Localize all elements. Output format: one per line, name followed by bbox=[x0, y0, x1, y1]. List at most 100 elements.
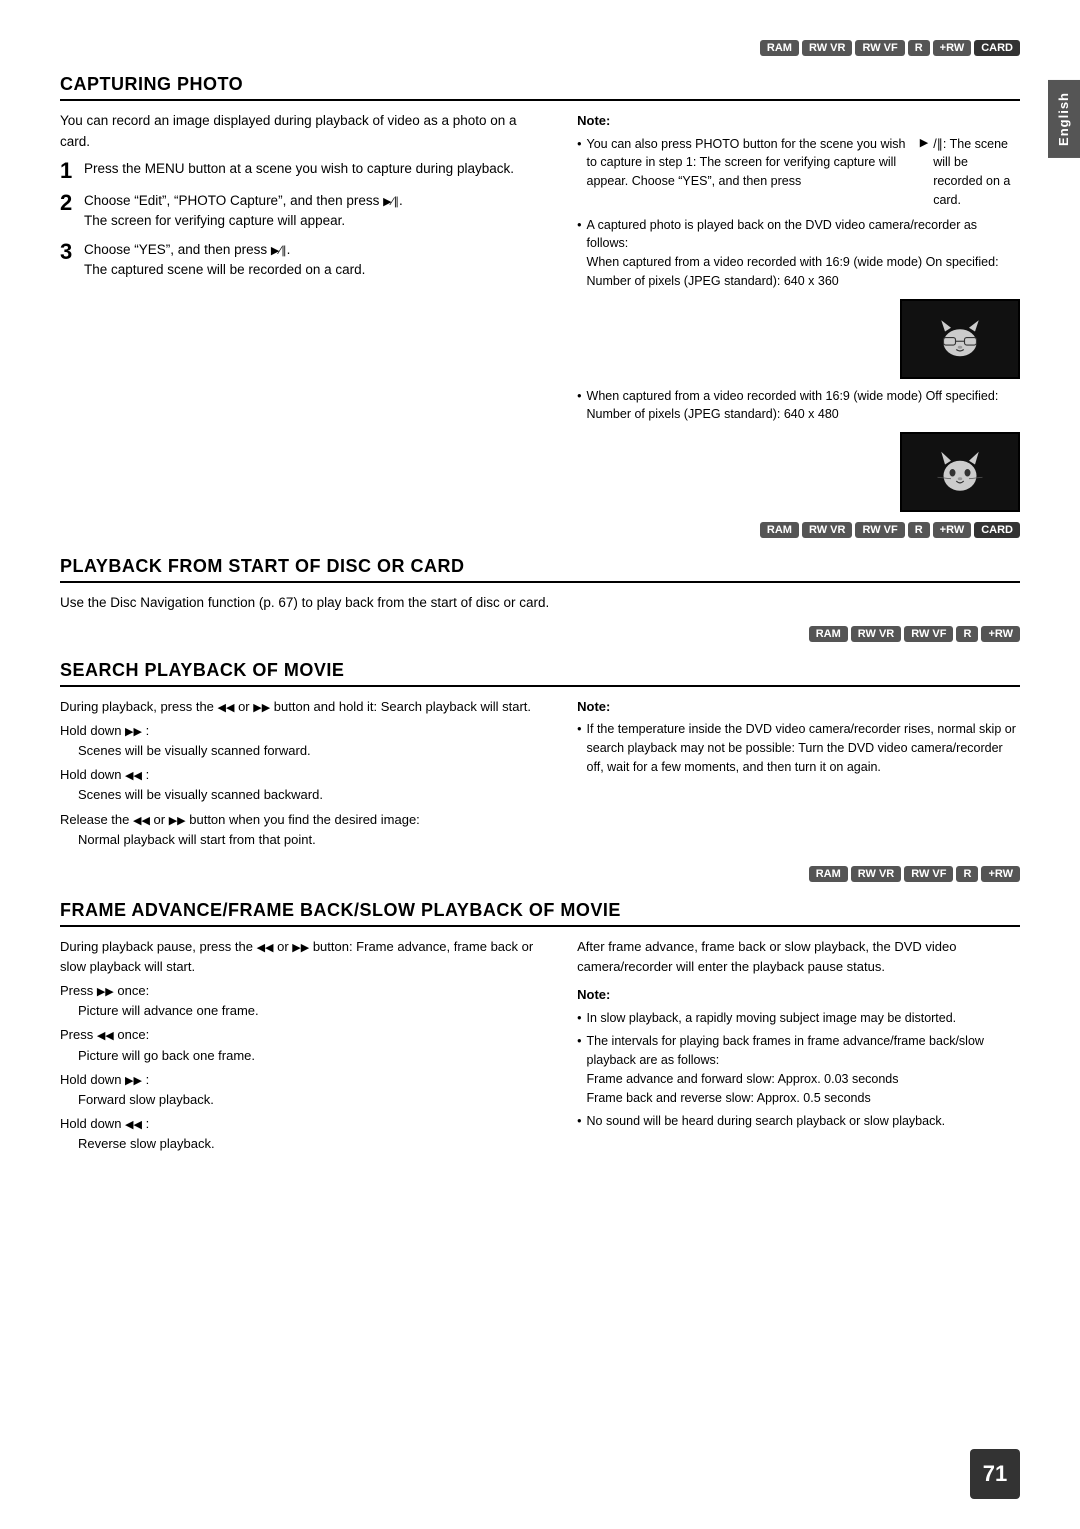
note-bullet-2: A captured photo is played back on the D… bbox=[577, 216, 1020, 291]
rew-icon-fa: ◀◀ bbox=[257, 942, 274, 954]
frame-advance-badges: RAM RW VR RW VF R +RW bbox=[60, 866, 1020, 882]
badge-rwvr-2: RW VR bbox=[802, 522, 852, 538]
playback-start-body: Use the Disc Navigation function (p. 67)… bbox=[60, 593, 1020, 614]
search-playback-right: Note: If the temperature inside the DVD … bbox=[577, 697, 1020, 854]
step-2-text: Choose “Edit”, “PHOTO Capture”, and then… bbox=[84, 191, 403, 232]
step-2-number: 2 bbox=[60, 191, 78, 215]
rew-icon-2: ◀◀ bbox=[125, 770, 142, 782]
ff-once-detail: Picture will advance one frame. bbox=[60, 1003, 259, 1018]
capturing-photo-left: You can record an image displayed during… bbox=[60, 111, 547, 512]
badge-r-3: R bbox=[956, 626, 978, 642]
step-1: 1 Press the MENU button at a scene you w… bbox=[60, 159, 547, 183]
badge-rwvf-3: RW VF bbox=[904, 626, 953, 642]
badge-plusrw: +RW bbox=[933, 40, 972, 56]
frame-advance-right-text: After frame advance, frame back or slow … bbox=[577, 937, 1020, 977]
step-1-number: 1 bbox=[60, 159, 78, 183]
rew-icon-1: ◀◀ bbox=[218, 702, 235, 714]
ff-icon-fa3: ▶▶ bbox=[125, 1075, 142, 1087]
note-block-1: You can also press PHOTO button for the … bbox=[577, 135, 1020, 513]
note-label-1: Note: bbox=[577, 111, 1020, 131]
note-block-2: If the temperature inside the DVD video … bbox=[577, 720, 1020, 776]
search-playback-content: During playback, press the ◀◀ or ▶▶ butt… bbox=[60, 697, 1020, 854]
badge-r-2: R bbox=[908, 522, 930, 538]
search-playback-title: Search Playback of Movie bbox=[60, 660, 1020, 687]
step-1-text: Press the MENU button at a scene you wis… bbox=[84, 159, 514, 179]
badge-ram: RAM bbox=[760, 40, 799, 56]
frame-advance-intro: During playback pause, press the ◀◀ or ▶… bbox=[60, 937, 547, 977]
badge-rwvf-2: RW VF bbox=[855, 522, 904, 538]
fa-note-3: No sound will be heard during search pla… bbox=[577, 1112, 1020, 1131]
badge-rwvr: RW VR bbox=[802, 40, 852, 56]
badge-r: R bbox=[908, 40, 930, 56]
rew-icon-3: ◀◀ bbox=[133, 815, 150, 827]
hold-ff-slow: Hold down ▶▶ : Forward slow playback. bbox=[60, 1070, 547, 1110]
search-release-detail: Normal playback will start from that poi… bbox=[60, 832, 316, 847]
search-ff-detail: Scenes will be visually scanned forward. bbox=[60, 743, 311, 758]
note-label-2: Note: bbox=[577, 697, 1020, 717]
frame-advance-left: During playback pause, press the ◀◀ or ▶… bbox=[60, 937, 547, 1158]
step-3-text: Choose “YES”, and then press ∕∥. The cap… bbox=[84, 240, 365, 281]
badge-rwvr-4: RW VR bbox=[851, 866, 901, 882]
rew-slow-detail: Reverse slow playback. bbox=[60, 1136, 215, 1151]
rew-icon-fa3: ◀◀ bbox=[125, 1119, 142, 1131]
side-tab-english: English bbox=[1048, 80, 1080, 158]
badge-ram-3: RAM bbox=[809, 626, 848, 642]
capturing-photo-badges-top: RAM RW VR RW VF R +RW CARD bbox=[60, 40, 1020, 56]
cat-glasses-svg bbox=[930, 309, 990, 369]
playback-start-badges: RAM RW VR RW VF R +RW CARD bbox=[60, 522, 1020, 538]
badge-ram-2: RAM bbox=[760, 522, 799, 538]
search-playback-intro: During playback, press the ◀◀ or ▶▶ butt… bbox=[60, 697, 547, 717]
capturing-photo-right: Note: You can also press PHOTO button fo… bbox=[577, 111, 1020, 512]
badge-r-4: R bbox=[956, 866, 978, 882]
badge-card: CARD bbox=[974, 40, 1020, 56]
badge-rwvr-3: RW VR bbox=[851, 626, 901, 642]
photo-thumb-2 bbox=[900, 432, 1020, 512]
ff-icon-fa2: ▶▶ bbox=[97, 986, 114, 998]
page-number: 71 bbox=[970, 1449, 1020, 1499]
press-ff-once: Press ▶▶ once: Picture will advance one … bbox=[60, 981, 547, 1021]
rew-once-detail: Picture will go back one frame. bbox=[60, 1048, 255, 1063]
search-playback-left: During playback, press the ◀◀ or ▶▶ butt… bbox=[60, 697, 547, 854]
page: English RAM RW VR RW VF R +RW CARD Captu… bbox=[0, 0, 1080, 1529]
note-bullet-1: You can also press PHOTO button for the … bbox=[577, 135, 1020, 210]
search-rew-detail: Scenes will be visually scanned backward… bbox=[60, 787, 323, 802]
cat-svg bbox=[930, 442, 990, 502]
frame-advance-content: During playback pause, press the ◀◀ or ▶… bbox=[60, 937, 1020, 1158]
press-rew-once: Press ◀◀ once: Picture will go back one … bbox=[60, 1025, 547, 1065]
search-release: Release the ◀◀ or ▶▶ button when you fin… bbox=[60, 810, 547, 850]
capturing-photo-intro: You can record an image displayed during… bbox=[60, 111, 547, 153]
badge-plusrw-3: +RW bbox=[981, 626, 1020, 642]
step-2: 2 Choose “Edit”, “PHOTO Capture”, and th… bbox=[60, 191, 547, 232]
fa-note-1: In slow playback, a rapidly moving subje… bbox=[577, 1009, 1020, 1028]
capturing-photo-content: You can record an image displayed during… bbox=[60, 111, 1020, 512]
note-label-3: Note: bbox=[577, 985, 1020, 1005]
ff-icon-3: ▶▶ bbox=[169, 815, 186, 827]
badge-ram-4: RAM bbox=[809, 866, 848, 882]
search-note-1: If the temperature inside the DVD video … bbox=[577, 720, 1020, 776]
ff-icon-fa: ▶▶ bbox=[292, 942, 309, 954]
step-3-number: 3 bbox=[60, 240, 78, 264]
frame-advance-title: Frame Advance/Frame Back/Slow Playback o… bbox=[60, 900, 1020, 927]
search-hold-ff: Hold down ▶▶ : Scenes will be visually s… bbox=[60, 721, 547, 761]
play-icon-note: ▶ bbox=[920, 135, 928, 210]
badge-plusrw-4: +RW bbox=[981, 866, 1020, 882]
badge-card-2: CARD bbox=[974, 522, 1020, 538]
playback-start-title: Playback From Start of Disc or Card bbox=[60, 556, 1020, 583]
badge-rwvf: RW VF bbox=[855, 40, 904, 56]
hold-rew-slow: Hold down ◀◀ : Reverse slow playback. bbox=[60, 1114, 547, 1154]
search-hold-rew: Hold down ◀◀ : Scenes will be visually s… bbox=[60, 765, 547, 805]
ff-icon-1: ▶▶ bbox=[253, 702, 270, 714]
rew-icon-fa2: ◀◀ bbox=[97, 1030, 114, 1042]
play-pause-icon-2 bbox=[383, 196, 391, 208]
ff-icon-2: ▶▶ bbox=[125, 726, 142, 738]
fa-note-2: The intervals for playing back frames in… bbox=[577, 1032, 1020, 1107]
frame-advance-right: After frame advance, frame back or slow … bbox=[577, 937, 1020, 1158]
search-playback-badges: RAM RW VR RW VF R +RW bbox=[60, 626, 1020, 642]
capturing-photo-title: Capturing Photo bbox=[60, 74, 1020, 101]
badge-plusrw-2: +RW bbox=[933, 522, 972, 538]
note-bullet-3: When captured from a video recorded with… bbox=[577, 387, 1020, 425]
ff-slow-detail: Forward slow playback. bbox=[60, 1092, 214, 1107]
photo-thumb-1 bbox=[900, 299, 1020, 379]
badge-rwvf-4: RW VF bbox=[904, 866, 953, 882]
note-block-3: In slow playback, a rapidly moving subje… bbox=[577, 1009, 1020, 1132]
